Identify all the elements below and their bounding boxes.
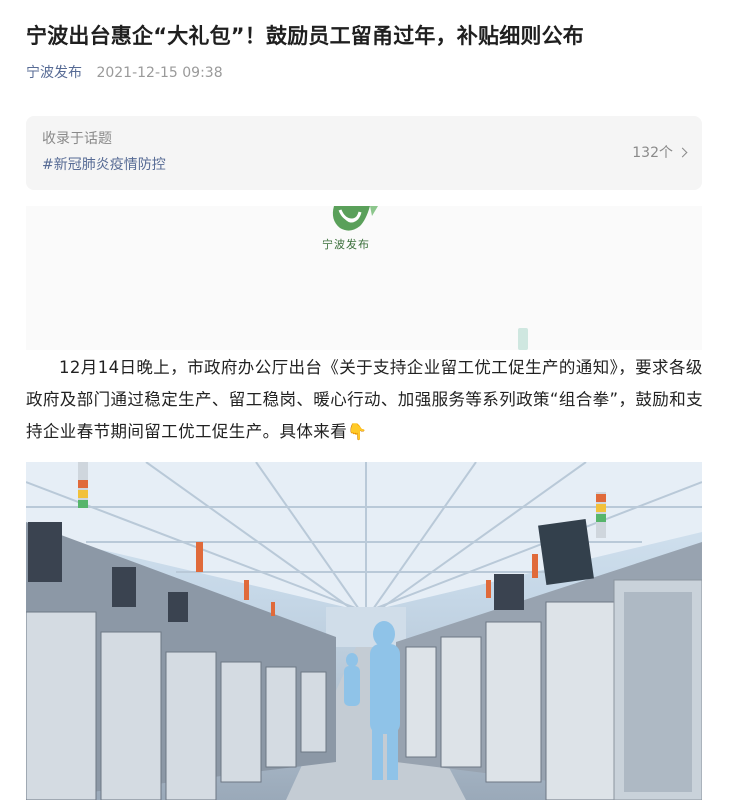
topic-label: 收录于话题	[42, 131, 112, 147]
topic-tag-link[interactable]: #新冠肺炎疫情防控	[42, 154, 166, 174]
topic-count[interactable]: 132个	[632, 142, 688, 162]
pointing-down-icon: 👇	[347, 422, 368, 441]
topic-count-text: 132个	[632, 145, 673, 161]
factory-scene-image	[26, 462, 702, 800]
chevron-right-icon	[677, 147, 688, 158]
cleanroom-photo	[26, 462, 702, 800]
article-title: 宁波出台惠企“大礼包”！鼓励员工留甬过年，补贴细则公布	[26, 24, 585, 48]
article-paragraph: 12月14日晚上，市政府办公厅出台《关于支持企业留工优工促生产的通知》，要求各级…	[26, 352, 706, 448]
publish-time: 2021-12-15 09:38	[96, 65, 223, 81]
logo-banner-image: 宁波发布	[26, 206, 702, 350]
topic-card[interactable]: 收录于话题 #新冠肺炎疫情防控 132个	[26, 116, 702, 190]
image-decoration	[518, 328, 528, 350]
logo-text: 宁波发布	[322, 238, 370, 251]
article-meta: 宁波发布 2021-12-15 09:38	[26, 62, 223, 84]
account-name-link[interactable]: 宁波发布	[26, 65, 82, 81]
ningbo-logo-icon	[332, 206, 378, 231]
